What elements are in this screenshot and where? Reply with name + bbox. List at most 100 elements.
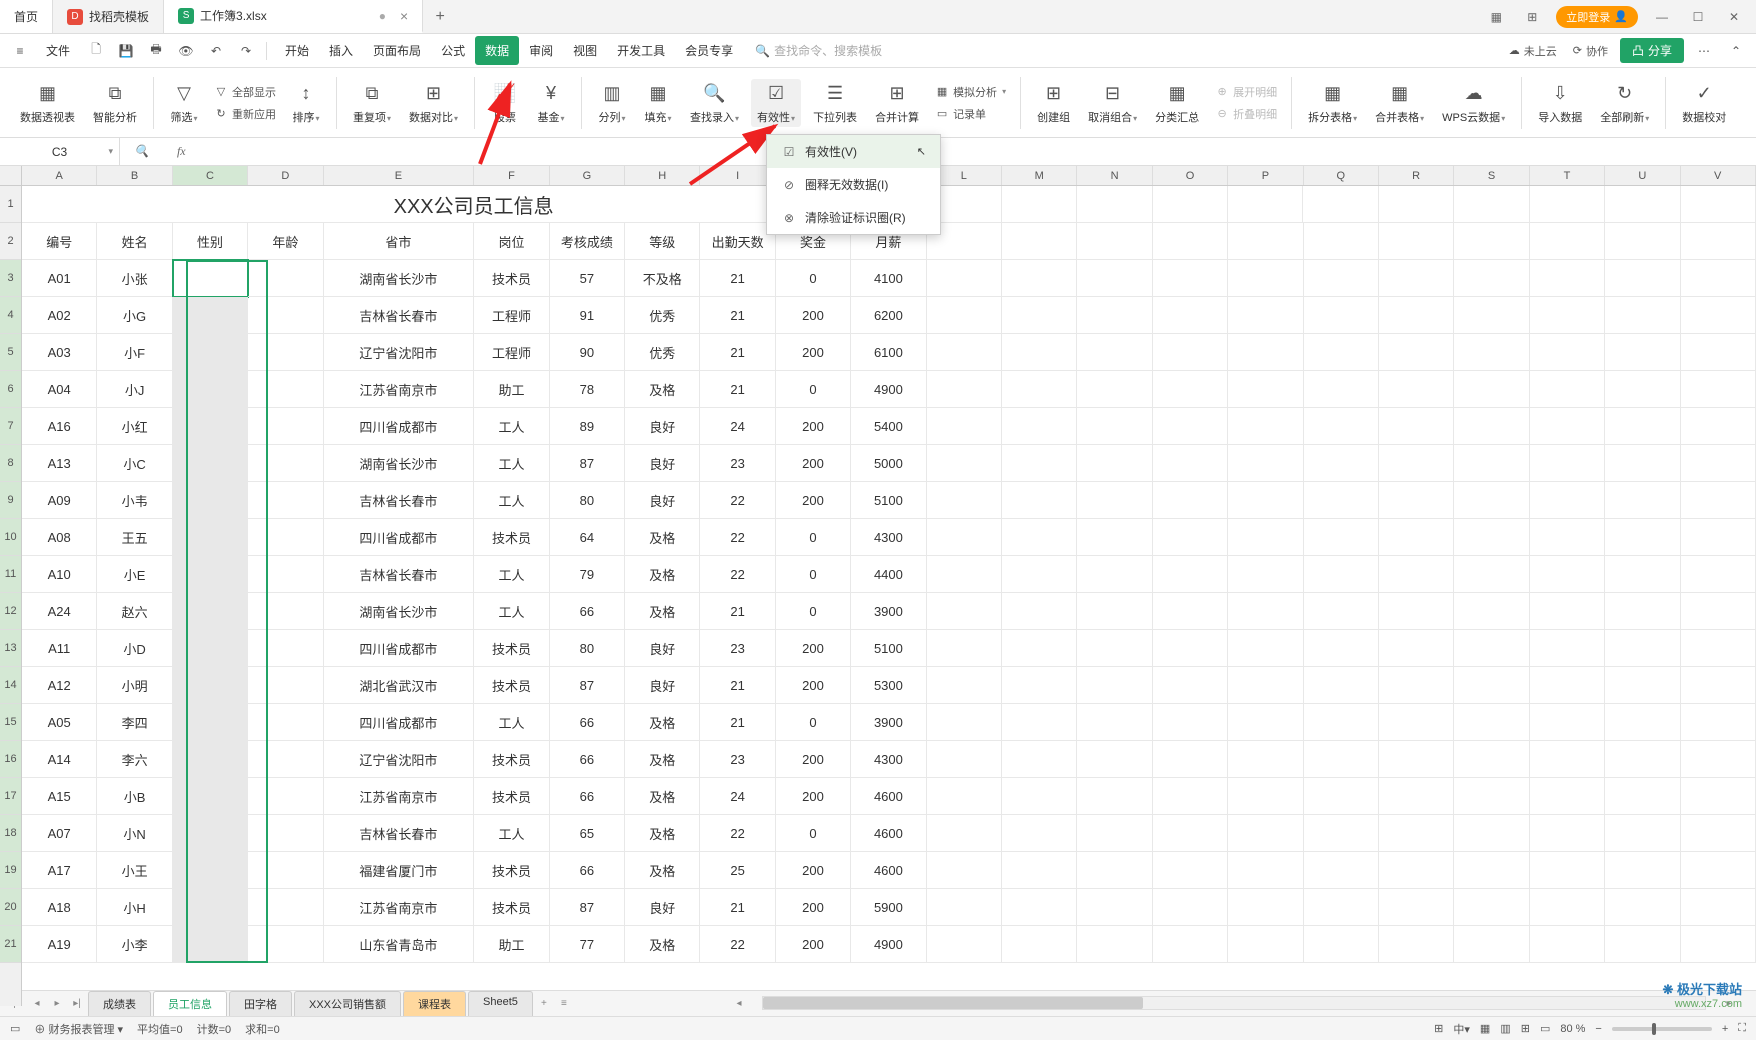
cell[interactable]: 四川省成都市 <box>324 408 475 445</box>
cell[interactable] <box>1681 630 1756 667</box>
cell[interactable]: 22 <box>700 519 775 556</box>
sheet-add-button[interactable]: + <box>535 995 553 1013</box>
cell[interactable]: 及格 <box>625 704 700 741</box>
cell[interactable] <box>1153 186 1228 223</box>
cell[interactable]: 工人 <box>474 482 549 519</box>
name-box[interactable]: C3 <box>0 138 120 165</box>
cell[interactable] <box>1379 630 1454 667</box>
group-button[interactable]: ⊞创建组 <box>1031 79 1076 127</box>
cell[interactable]: 64 <box>550 519 625 556</box>
cell[interactable]: 及格 <box>625 815 700 852</box>
cell[interactable]: 吉林省长春市 <box>324 815 475 852</box>
view-read-icon[interactable]: ▭ <box>1540 1022 1550 1035</box>
minimize-button[interactable]: — <box>1650 5 1674 29</box>
cell[interactable]: 0 <box>776 519 851 556</box>
sheet-tab-5[interactable]: Sheet5 <box>468 991 533 1016</box>
cell[interactable] <box>1681 704 1756 741</box>
cell[interactable]: 0 <box>776 815 851 852</box>
row-header-17[interactable]: 17 <box>0 778 21 815</box>
cell[interactable]: 李四 <box>97 704 172 741</box>
import-button[interactable]: ⇩导入数据 <box>1532 79 1588 127</box>
cell[interactable] <box>1454 778 1529 815</box>
cell[interactable] <box>1077 852 1152 889</box>
cell[interactable]: 200 <box>776 482 851 519</box>
cell[interactable] <box>1077 889 1152 926</box>
cell[interactable] <box>173 260 248 297</box>
cell[interactable]: 78 <box>550 371 625 408</box>
cell[interactable] <box>1077 408 1152 445</box>
cell[interactable] <box>1454 445 1529 482</box>
cell[interactable] <box>1681 445 1756 482</box>
row-header-5[interactable]: 5 <box>0 334 21 371</box>
cell[interactable] <box>1530 889 1605 926</box>
cell[interactable]: 87 <box>550 889 625 926</box>
cell[interactable]: 优秀 <box>625 334 700 371</box>
coop-button[interactable]: ⟳ 协作 <box>1569 41 1612 61</box>
col-header-Q[interactable]: Q <box>1304 166 1379 185</box>
cell[interactable]: 小张 <box>97 260 172 297</box>
cell[interactable] <box>927 556 1002 593</box>
zoom-slider[interactable] <box>1612 1027 1712 1031</box>
col-header-H[interactable]: H <box>625 166 700 185</box>
cell[interactable] <box>248 297 323 334</box>
cell[interactable]: 22 <box>700 482 775 519</box>
cell[interactable] <box>1605 889 1680 926</box>
cell[interactable]: 及格 <box>625 371 700 408</box>
cell[interactable] <box>1228 186 1303 223</box>
cell[interactable]: A02 <box>22 297 97 334</box>
cell[interactable] <box>1681 519 1756 556</box>
cell[interactable]: A05 <box>22 704 97 741</box>
cell[interactable]: 及格 <box>625 852 700 889</box>
cell[interactable] <box>173 445 248 482</box>
cell[interactable]: 3900 <box>851 704 926 741</box>
cell[interactable] <box>1454 889 1529 926</box>
cell[interactable] <box>1002 371 1077 408</box>
row-header-16[interactable]: 16 <box>0 741 21 778</box>
cell[interactable] <box>1304 482 1379 519</box>
col-header-C[interactable]: C <box>173 166 248 185</box>
cell[interactable] <box>1454 408 1529 445</box>
cell[interactable]: 200 <box>776 852 851 889</box>
dd-clear-circles[interactable]: ⊗清除验证标识圈(R) <box>767 201 940 234</box>
cell[interactable] <box>1153 482 1228 519</box>
col-header-S[interactable]: S <box>1454 166 1529 185</box>
cell[interactable] <box>1304 334 1379 371</box>
cell[interactable] <box>1228 852 1303 889</box>
cell[interactable]: 22 <box>700 926 775 963</box>
cell[interactable] <box>1530 519 1605 556</box>
status-cell-icon[interactable]: ⊞ <box>1434 1022 1443 1035</box>
cell[interactable]: 出勤天数 <box>700 223 775 260</box>
row-header-8[interactable]: 8 <box>0 445 21 482</box>
cell[interactable] <box>1379 926 1454 963</box>
cell[interactable]: 工人 <box>474 556 549 593</box>
cell[interactable] <box>1530 704 1605 741</box>
cell[interactable]: 湖南省长沙市 <box>324 593 475 630</box>
cell[interactable] <box>1605 926 1680 963</box>
cell[interactable] <box>1304 556 1379 593</box>
row-header-7[interactable]: 7 <box>0 408 21 445</box>
scroll-left-icon[interactable]: ◂ <box>730 994 748 1012</box>
cell[interactable] <box>248 667 323 704</box>
cell[interactable] <box>1379 519 1454 556</box>
cell[interactable] <box>1002 778 1077 815</box>
sheet-nav-last[interactable]: ▸| <box>68 995 86 1013</box>
cell[interactable]: 21 <box>700 334 775 371</box>
cell[interactable]: 21 <box>700 704 775 741</box>
cell[interactable] <box>1681 371 1756 408</box>
cell[interactable]: A12 <box>22 667 97 704</box>
cell[interactable] <box>1228 445 1303 482</box>
whatif-button[interactable]: ▦模拟分析▾ <box>931 82 1010 102</box>
dd-validity[interactable]: ☑有效性(V)↖ <box>767 135 940 168</box>
cell[interactable] <box>1379 852 1454 889</box>
cell[interactable]: 良好 <box>625 408 700 445</box>
cell[interactable] <box>1002 297 1077 334</box>
sheet-tab-1[interactable]: 员工信息 <box>153 991 227 1016</box>
cell[interactable] <box>173 519 248 556</box>
cell[interactable] <box>927 815 1002 852</box>
cell[interactable] <box>1153 815 1228 852</box>
row-header-12[interactable]: 12 <box>0 593 21 630</box>
dropdown-list-button[interactable]: ☰下拉列表 <box>807 79 863 127</box>
cell[interactable]: 66 <box>550 852 625 889</box>
cell[interactable] <box>1379 778 1454 815</box>
cell[interactable]: 小李 <box>97 926 172 963</box>
